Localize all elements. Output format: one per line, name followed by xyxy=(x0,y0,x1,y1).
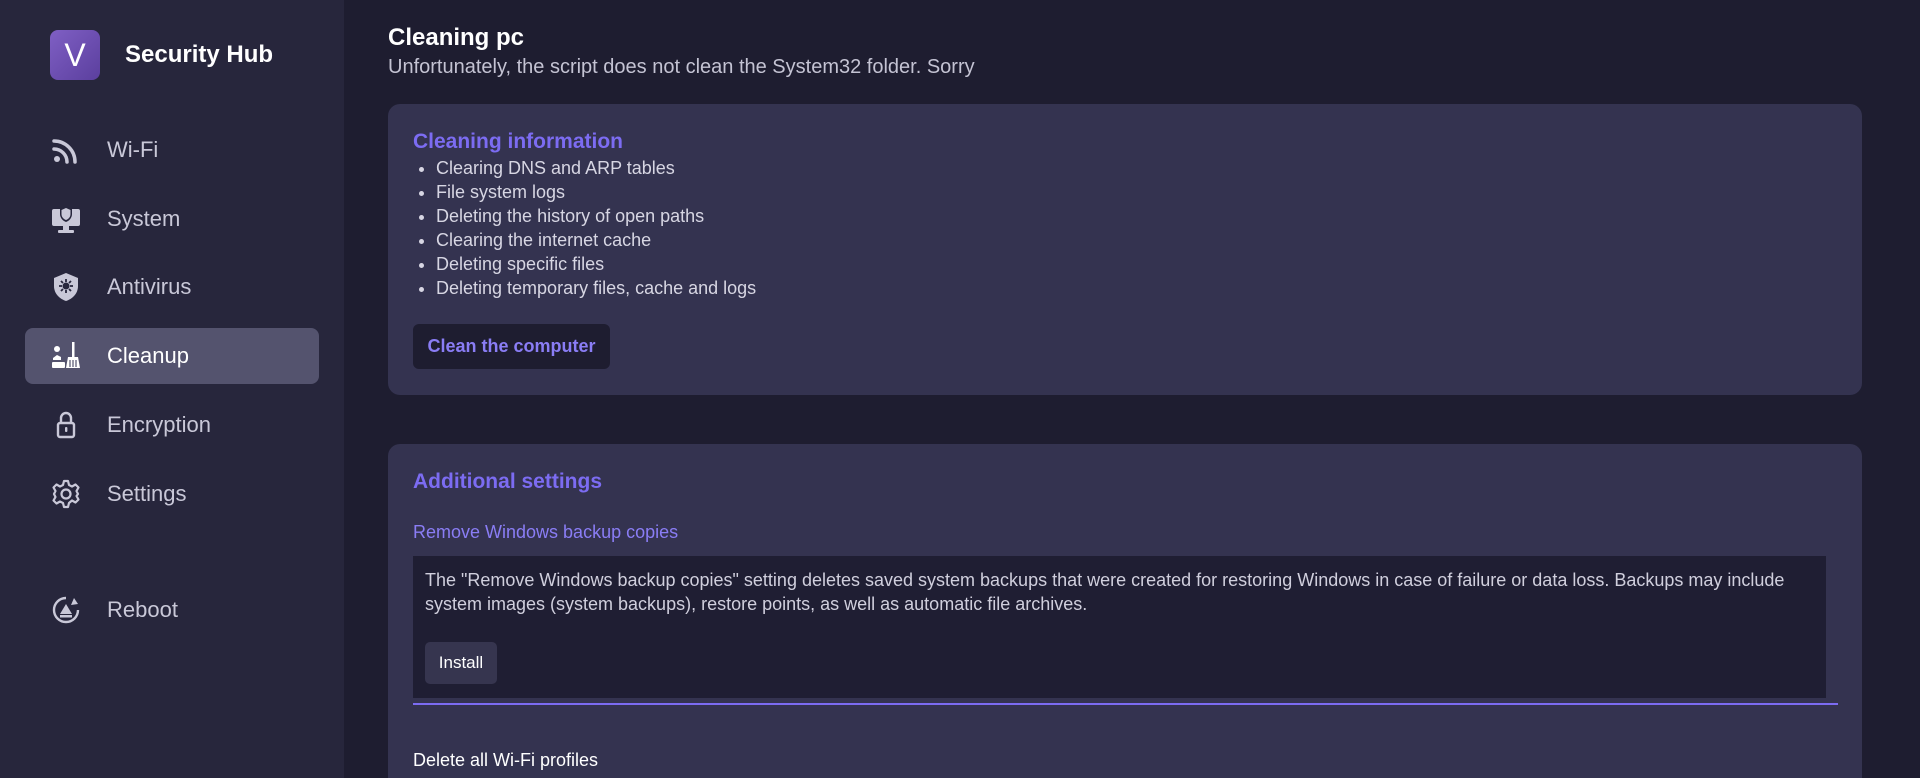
remove-backups-description: The "Remove Windows backup copies" setti… xyxy=(425,570,1785,614)
broom-icon xyxy=(49,339,83,373)
main-content: Cleaning pc Unfortunately, the script do… xyxy=(344,0,1920,778)
list-item: Deleting temporary files, cache and logs xyxy=(436,276,756,300)
sidebar-item-label: System xyxy=(107,206,181,231)
monitor-shield-icon xyxy=(49,202,83,236)
sidebar-item-label: Cleanup xyxy=(107,343,189,368)
remove-backups-toggle[interactable]: Remove Windows backup copies xyxy=(413,522,678,543)
sidebar-item-system[interactable]: System xyxy=(25,191,319,247)
app-name: Security Hub xyxy=(125,41,274,68)
sidebar-item-label: Reboot xyxy=(107,597,178,622)
shield-virus-icon xyxy=(49,270,83,304)
sidebar-item-cleanup[interactable]: Cleanup xyxy=(25,328,319,384)
accent-divider xyxy=(413,703,1838,705)
sidebar-item-reboot[interactable]: Reboot xyxy=(25,582,319,638)
list-item: Deleting specific files xyxy=(436,252,756,276)
gear-icon xyxy=(49,477,83,511)
sidebar-item-label: Settings xyxy=(107,481,187,506)
sidebar-item-label: Encryption xyxy=(107,412,211,437)
remove-backups-panel: The "Remove Windows backup copies" setti… xyxy=(413,556,1826,698)
wifi-icon xyxy=(49,133,83,167)
brand: V Security Hub xyxy=(50,30,273,80)
sidebar-item-encryption[interactable]: Encryption xyxy=(25,397,319,453)
reboot-icon xyxy=(49,593,83,627)
app-logo: V xyxy=(50,30,100,80)
list-item: Clearing the internet cache xyxy=(436,228,756,252)
cleaning-info-card: Cleaning information Clearing DNS and AR… xyxy=(388,104,1862,395)
list-item: Clearing DNS and ARP tables xyxy=(436,156,756,180)
cleaning-info-list: Clearing DNS and ARP tables File system … xyxy=(436,156,756,300)
app-window: V Security Hub Wi-Fi System Antivirus Cl… xyxy=(0,0,1920,778)
clean-computer-button[interactable]: Clean the computer xyxy=(413,324,610,369)
sidebar-item-label: Wi-Fi xyxy=(107,137,159,162)
card-title: Cleaning information xyxy=(413,130,623,153)
install-button[interactable]: Install xyxy=(425,642,497,684)
lock-icon xyxy=(49,408,83,442)
delete-wifi-profiles-toggle[interactable]: Delete all Wi-Fi profiles xyxy=(413,750,598,771)
page-subtitle: Unfortunately, the script does not clean… xyxy=(388,56,975,78)
additional-settings-card: Additional settings Remove Windows backu… xyxy=(388,444,1862,778)
page-title: Cleaning pc xyxy=(388,24,525,51)
sidebar-item-settings[interactable]: Settings xyxy=(25,466,319,522)
sidebar-item-antivirus[interactable]: Antivirus xyxy=(25,259,319,315)
sidebar-item-wifi[interactable]: Wi-Fi xyxy=(25,122,319,178)
list-item: File system logs xyxy=(436,180,756,204)
card-title: Additional settings xyxy=(413,470,602,493)
sidebar-item-label: Antivirus xyxy=(107,274,192,299)
list-item: Deleting the history of open paths xyxy=(436,204,756,228)
sidebar: V Security Hub Wi-Fi System Antivirus Cl… xyxy=(0,0,344,778)
